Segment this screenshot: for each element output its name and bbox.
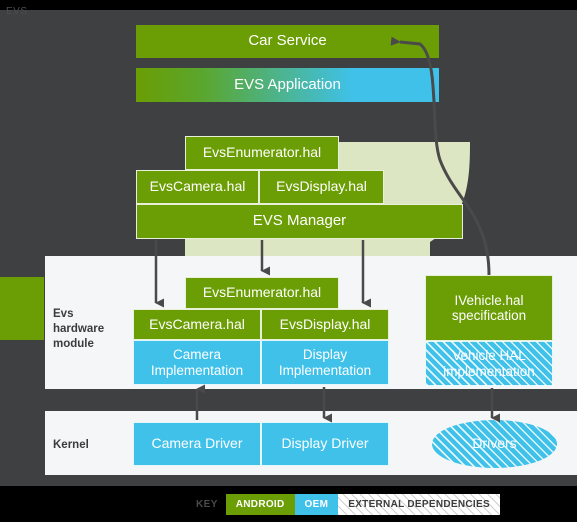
kernel-row-label-text: Kernel	[53, 439, 89, 451]
display-implementation-label-line2: Implementation	[278, 362, 372, 378]
camera-implementation-label-line2: Implementation	[150, 362, 244, 378]
vehicle-hal-implementation-label-line2: implementation	[443, 363, 535, 379]
legend-item-android: ANDROID	[225, 494, 295, 515]
ivehicle-hal-specification-label-line2: specification	[451, 308, 527, 323]
hw-evs-display-hal-label: EvsDisplay.hal	[279, 315, 371, 332]
hw-evs-enumerator-hal-label: EvsEnumerator.hal	[202, 284, 322, 301]
manager-evs-enumerator-hal-label: EvsEnumerator.hal	[202, 144, 322, 161]
evs-hardware-module-row-label: Evs hardware module	[53, 307, 123, 353]
camera-implementation-label-line1: Camera	[172, 347, 221, 363]
hw-evs-display-hal-box[interactable]: EvsDisplay.hal	[261, 309, 389, 340]
evs-application-box[interactable]: EVS Application	[136, 68, 439, 102]
display-driver-box[interactable]: Display Driver	[261, 422, 389, 466]
diagram-canvas: EVS Car Service EVS Application EvsEnume…	[0, 0, 577, 522]
legend-oem-label: OEM	[304, 499, 329, 510]
camera-implementation-box[interactable]: Camera Implementation	[133, 340, 261, 385]
legend-item-external-dependencies: EXTERNAL DEPENDENCIES	[338, 494, 500, 515]
hw-evs-camera-hal-box[interactable]: EvsCamera.hal	[133, 309, 261, 340]
drivers-label: Drivers	[472, 435, 517, 452]
legend-item-oem: OEM	[294, 494, 339, 515]
display-implementation-label-line1: Display	[302, 347, 348, 363]
manager-evs-enumerator-hal-box[interactable]: EvsEnumerator.hal	[185, 136, 339, 170]
hw-evs-camera-hal-label: EvsCamera.hal	[149, 315, 245, 332]
evs-hardware-module-row-label-line3: module	[53, 338, 94, 351]
manager-evs-camera-hal-label: EvsCamera.hal	[149, 178, 246, 195]
display-driver-label: Display Driver	[281, 435, 369, 452]
ivehicle-hal-specification-label-line1: IVehicle.hal	[454, 292, 524, 308]
car-service-box[interactable]: Car Service	[136, 25, 439, 58]
evs-hardware-module-row-label-line1: Evs	[53, 308, 74, 320]
left-edge-green-block	[0, 277, 44, 340]
legend-key-text: KEY	[196, 499, 218, 510]
manager-evs-camera-hal-box[interactable]: EvsCamera.hal	[136, 170, 259, 204]
manager-evs-display-hal-box[interactable]: EvsDisplay.hal	[259, 170, 384, 204]
legend-key-label: KEY	[188, 494, 226, 515]
legend: KEY ANDROID OEM EXTERNAL DEPENDENCIES	[188, 494, 500, 515]
corner-watermark-text: EVS	[6, 6, 28, 17]
evs-manager-label: EVS Manager	[252, 212, 347, 230]
vehicle-hal-implementation-label-line1: Vehicle HAL	[452, 348, 526, 364]
vehicle-hal-implementation-box[interactable]: Vehicle HAL implementation	[425, 341, 553, 386]
camera-driver-label: Camera Driver	[151, 435, 243, 452]
evs-application-label: EVS Application	[234, 75, 341, 93]
camera-driver-box[interactable]: Camera Driver	[133, 422, 261, 466]
legend-android-label: ANDROID	[235, 499, 285, 510]
ivehicle-hal-specification-box[interactable]: IVehicle.hal specification	[425, 275, 553, 341]
evs-manager-box[interactable]: EVS Manager	[136, 204, 463, 239]
display-implementation-box[interactable]: Display Implementation	[261, 340, 389, 385]
kernel-row-label: Kernel	[53, 438, 89, 453]
car-service-label: Car Service	[248, 32, 327, 50]
manager-evs-display-hal-label: EvsDisplay.hal	[276, 178, 367, 195]
evs-hardware-module-row-label-line2: hardware	[53, 323, 105, 336]
legend-external-label: EXTERNAL DEPENDENCIES	[348, 499, 490, 510]
top-black-bar	[0, 0, 577, 10]
drivers-ellipse[interactable]: Drivers	[432, 420, 557, 468]
hw-evs-enumerator-hal-box[interactable]: EvsEnumerator.hal	[185, 277, 339, 309]
